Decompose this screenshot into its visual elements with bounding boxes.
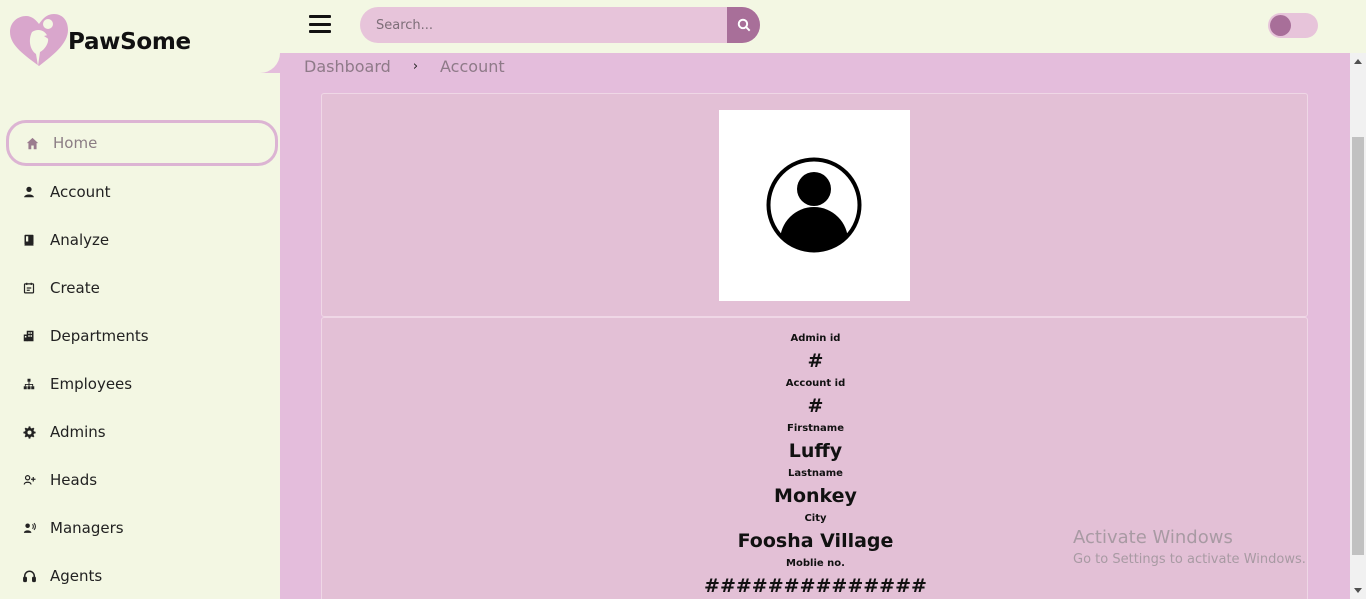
sidebar-item-label: Managers: [50, 519, 124, 537]
toggle-knob: [1270, 15, 1291, 36]
avatar: [719, 110, 910, 301]
paw-logo-icon: [8, 10, 70, 68]
sidebar-nav: Home Account Analyze Create Departments: [6, 120, 278, 599]
breadcrumb: Dashboard › Account: [304, 57, 505, 76]
hamburger-icon[interactable]: [309, 15, 331, 33]
sidebar-item-agents[interactable]: Agents: [6, 552, 278, 599]
breadcrumb-dashboard[interactable]: Dashboard: [304, 57, 391, 76]
search-bar: [360, 7, 760, 43]
search-input[interactable]: [360, 7, 727, 43]
sidebar-item-managers[interactable]: Managers: [6, 504, 278, 552]
gear-icon: [22, 425, 36, 439]
person-icon: [22, 185, 36, 199]
sidebar-item-heads[interactable]: Heads: [6, 456, 278, 504]
lastname-value: Monkey: [774, 485, 857, 507]
sidebar-item-label: Agents: [50, 567, 103, 585]
theme-toggle[interactable]: [1268, 13, 1318, 38]
org-chart-icon: [22, 377, 36, 391]
firstname-label: Firstname: [787, 423, 844, 434]
sidebar: PawSome Home Account Analyze Create Depa…: [0, 0, 280, 599]
building-icon: [22, 329, 36, 343]
admin-id-label: Admin id: [790, 333, 841, 344]
sidebar-item-label: Account: [50, 183, 111, 201]
sidebar-item-departments[interactable]: Departments: [6, 312, 278, 360]
sidebar-item-label: Employees: [50, 375, 133, 393]
sidebar-item-home[interactable]: Home: [6, 120, 278, 166]
vertical-scrollbar[interactable]: [1350, 53, 1366, 599]
panel-corner: [260, 53, 280, 73]
headset-icon: [22, 569, 36, 583]
account-id-label: Account id: [785, 378, 846, 389]
main-panel: Dashboard › Account Admin id # Account i…: [280, 53, 1350, 599]
sidebar-item-analyze[interactable]: Analyze: [6, 216, 278, 264]
home-icon: [25, 136, 39, 150]
lastname-label: Lastname: [788, 468, 843, 479]
sidebar-item-label: Heads: [50, 471, 98, 489]
sidebar-item-label: Admins: [50, 423, 106, 441]
sidebar-item-label: Departments: [50, 327, 149, 345]
sidebar-item-label: Home: [53, 134, 98, 152]
chevron-right-icon: ›: [412, 59, 419, 74]
watermark-title: Activate Windows: [1073, 527, 1233, 548]
scroll-down-icon[interactable]: [1354, 588, 1362, 593]
mobile-value: ##############: [704, 575, 927, 597]
app-name: PawSome: [68, 29, 191, 55]
sidebar-item-employees[interactable]: Employees: [6, 360, 278, 408]
city-label: City: [804, 513, 827, 524]
sidebar-item-account[interactable]: Account: [6, 168, 278, 216]
watermark-subtitle: Go to Settings to activate Windows.: [1073, 552, 1306, 567]
person-add-icon: [22, 473, 36, 487]
scrollbar-thumb[interactable]: [1352, 137, 1364, 555]
avatar-card: [321, 93, 1308, 317]
activate-windows-watermark: Activate Windows Go to Settings to activ…: [1073, 527, 1306, 571]
app-logo[interactable]: PawSome: [8, 10, 191, 68]
calendar-icon: [22, 281, 36, 295]
person-voice-icon: [22, 521, 36, 535]
user-circle-icon: [766, 157, 862, 253]
account-id-value: #: [807, 395, 824, 417]
search-button[interactable]: [727, 7, 760, 43]
top-bar: [280, 0, 1366, 53]
book-icon: [22, 233, 36, 247]
sidebar-item-create[interactable]: Create: [6, 264, 278, 312]
firstname-value: Luffy: [788, 440, 843, 462]
search-icon: [737, 18, 750, 32]
sidebar-item-label: Create: [50, 279, 100, 297]
sidebar-item-label: Analyze: [50, 231, 110, 249]
sidebar-item-admins[interactable]: Admins: [6, 408, 278, 456]
admin-id-value: #: [807, 350, 824, 372]
breadcrumb-account: Account: [440, 57, 505, 76]
scroll-up-icon[interactable]: [1354, 59, 1362, 64]
